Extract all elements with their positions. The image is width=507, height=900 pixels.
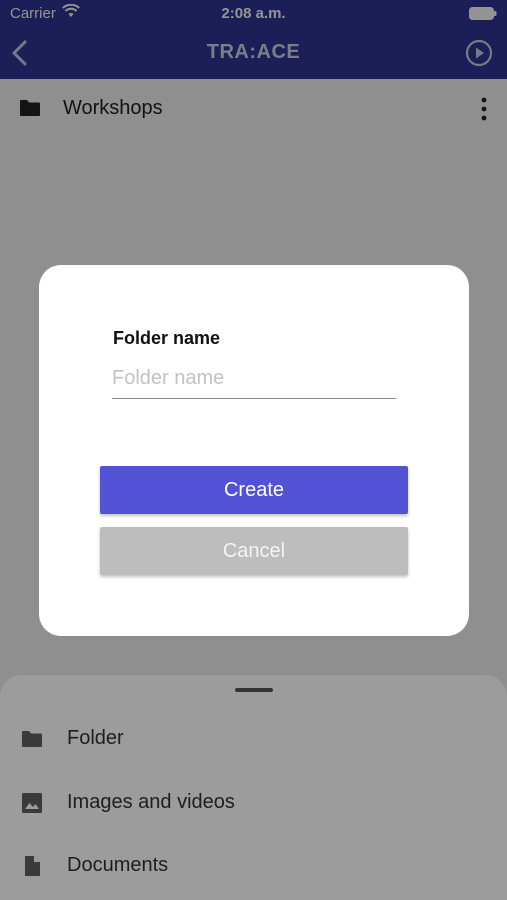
folder-name-input[interactable] xyxy=(112,359,396,399)
sheet-item-images-videos[interactable]: Images and videos xyxy=(0,773,507,829)
create-button[interactable]: Create xyxy=(100,466,408,514)
cancel-button[interactable]: Cancel xyxy=(100,527,408,575)
sheet-drag-handle[interactable] xyxy=(235,688,273,692)
sheet-item-label: Documents xyxy=(67,854,169,876)
sheet-item-folder[interactable]: Folder xyxy=(0,709,507,765)
folder-icon xyxy=(22,731,42,747)
create-folder-dialog: Folder name Create Cancel xyxy=(39,265,469,636)
sheet-item-label: Folder xyxy=(67,727,124,749)
document-icon xyxy=(25,856,40,876)
sheet-item-documents[interactable]: Documents xyxy=(0,836,507,892)
add-bottom-sheet: Folder Images and videos Documents xyxy=(0,675,507,900)
sheet-item-label: Images and videos xyxy=(67,791,235,813)
folder-name-label: Folder name xyxy=(113,328,221,348)
image-icon xyxy=(22,793,42,813)
